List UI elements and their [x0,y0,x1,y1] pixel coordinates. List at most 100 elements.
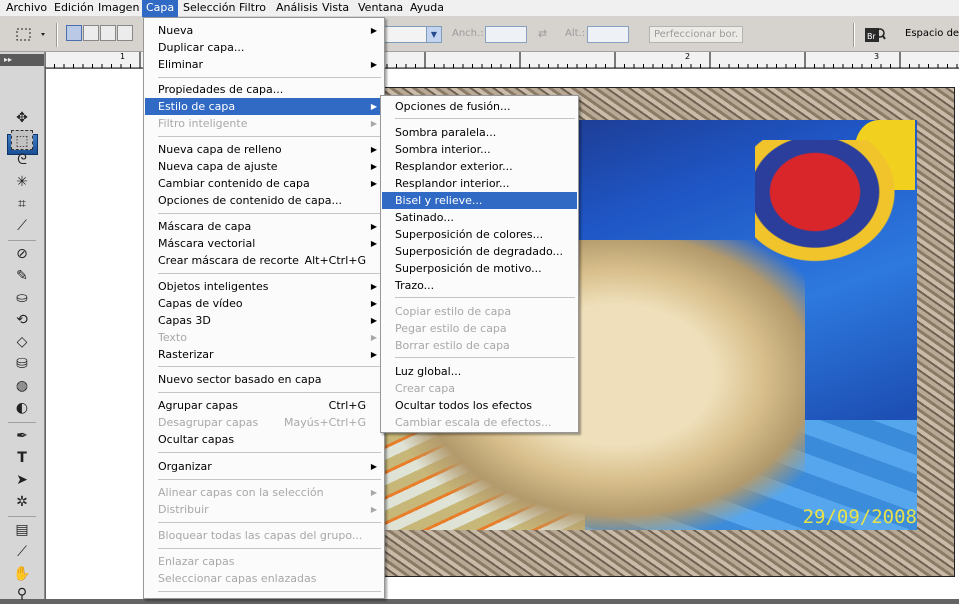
style-select[interactable]: ▼ [383,26,442,43]
intersect-selection-icon[interactable] [117,25,133,41]
menu-separator [158,522,381,523]
eraser-tool-icon[interactable]: ◇ [11,332,33,352]
menu-item-trazo[interactable]: Trazo... [382,277,577,294]
menu-item-crear-mascara-recorte[interactable]: Crear máscara de recorte Alt+Ctrl+G [145,252,383,269]
menu-item-label: Propiedades de capa... [158,83,284,96]
marquee-preset-icon[interactable] [14,26,48,43]
menu-item-nueva-capa-relleno[interactable]: Nueva capa de relleno ▶ [145,141,383,158]
menu-item-mascara-vectorial[interactable]: Máscara vectorial ▶ [145,235,383,252]
menu-ventana[interactable]: Ventana [354,0,407,17]
menu-item-texto: Texto ▶ [145,329,383,346]
eyedropper-tool-icon[interactable]: ⟋ [11,216,33,236]
menu-item-capas-3d[interactable]: Capas 3D ▶ [145,312,383,329]
pen-tool-icon[interactable]: ✒ [11,426,33,446]
menu-item-superposicion-colores[interactable]: Superposición de colores... [382,226,577,243]
menu-item-shortcut: Alt+Ctrl+G [304,254,366,267]
menu-item-label: Bisel y relieve... [395,194,483,207]
menu-item-label: Copiar estilo de capa [395,305,512,318]
menu-analisis[interactable]: Análisis [272,0,322,17]
menu-item-duplicar-capa[interactable]: Duplicar capa... [145,39,383,56]
menu-item-estilo-capa[interactable]: Estilo de capa ▶ [145,98,383,115]
paint-bucket-icon[interactable]: ⛁ [11,354,33,374]
brush-tool-icon[interactable]: ✎ [11,266,33,286]
subtract-selection-icon[interactable] [100,25,116,41]
menu-item-label: Seleccionar capas enlazadas [158,572,317,585]
menu-ayuda[interactable]: Ayuda [406,0,448,17]
menu-item-mascara-capa[interactable]: Máscara de capa ▶ [145,218,383,235]
menu-item-label: Superposición de motivo... [395,262,542,275]
menu-item-shortcut: Mayús+Ctrl+G [284,416,366,429]
eyedropper-3d-icon[interactable]: ⟋ [11,542,33,562]
menu-item-alinear-capas: Alinear capas con la selección ▶ [145,484,383,501]
menu-item-nueva-capa-ajuste[interactable]: Nueva capa de ajuste ▶ [145,158,383,175]
menu-item-cambiar-contenido[interactable]: Cambiar contenido de capa ▶ [145,175,383,192]
menu-archivo[interactable]: Archivo [2,0,51,17]
menu-item-luz-global[interactable]: Luz global... [382,363,577,380]
custom-shape-icon[interactable]: ✲ [11,492,33,512]
menu-item-label: Pegar estilo de capa [395,322,507,335]
history-brush-icon[interactable]: ⟲ [11,310,33,330]
height-input[interactable] [587,26,629,43]
menu-item-organizar[interactable]: Organizar ▶ [145,458,383,475]
menu-item-label: Superposición de degradado... [395,245,564,258]
panel-grip[interactable]: ▸▸ [0,54,44,66]
menu-item-superposicion-degradado[interactable]: Superposición de degradado... [382,243,577,260]
menu-imagen[interactable]: Imagen [94,0,143,17]
menu-item-bisel-relieve[interactable]: Bisel y relieve... [382,192,577,209]
menu-vista[interactable]: Vista [318,0,353,17]
menu-item-opciones-fusion[interactable]: Opciones de fusión... [382,98,577,115]
menu-item-rasterizar[interactable]: Rasterizar ▶ [145,346,383,363]
add-selection-icon[interactable] [83,25,99,41]
menu-item-label: Resplandor exterior... [395,160,513,173]
submenu-arrow-icon: ▶ [370,145,377,154]
marquee-tool-icon[interactable]: ⬚ [11,130,33,150]
menu-item-ocultar-efectos[interactable]: Ocultar todos los efectos [382,397,577,414]
dodge-tool-icon[interactable]: ◐ [11,398,33,418]
notes-tool-icon[interactable]: ▤ [11,520,33,540]
type-tool-icon[interactable]: T [11,448,33,468]
menu-item-superposicion-motivo[interactable]: Superposición de motivo... [382,260,577,277]
menu-capa[interactable]: Capa [142,0,179,17]
menu-item-label: Estilo de capa [158,100,236,113]
menu-item-agrupar-capas[interactable]: Agrupar capas Ctrl+G [145,397,383,414]
menu-item-label: Ocultar capas [158,433,235,446]
menu-item-sombra-paralela[interactable]: Sombra paralela... [382,124,577,141]
menu-bar: Archivo Edición Imagen Capa Selección Fi… [0,0,959,17]
submenu-arrow-icon: ▶ [370,26,377,35]
menu-item-satinado[interactable]: Satinado... [382,209,577,226]
path-selection-icon[interactable]: ➤ [11,470,33,490]
magic-wand-icon[interactable]: ✳ [11,172,33,192]
zoom-tool-icon[interactable]: ⚲ [11,584,33,604]
menu-item-objetos-inteligentes[interactable]: Objetos inteligentes ▶ [145,278,383,295]
menu-item-sombra-interior[interactable]: Sombra interior... [382,141,577,158]
menu-item-capas-video[interactable]: Capas de vídeo ▶ [145,295,383,312]
submenu-arrow-icon: ▶ [370,119,377,128]
menu-item-ocultar-capas[interactable]: Ocultar capas [145,431,383,448]
menu-filtro[interactable]: Filtro [235,0,270,17]
blur-tool-icon[interactable]: ◍ [11,376,33,396]
menu-item-label: Satinado... [395,211,454,224]
lasso-tool-icon[interactable]: ᘓ [11,150,33,170]
menu-item-eliminar[interactable]: Eliminar ▶ [145,56,383,73]
hand-tool-icon[interactable]: ✋ [11,564,33,584]
menu-item-opciones-contenido[interactable]: Opciones de contenido de capa... [145,192,383,209]
menu-separator [158,591,381,592]
width-input[interactable] [485,26,527,43]
bridge-icon[interactable]: Br [864,26,886,44]
healing-brush-icon[interactable]: ⊘ [11,244,33,264]
menu-item-nueva[interactable]: Nueva ▶ [145,22,383,39]
clone-stamp-icon[interactable]: ⛀ [11,288,33,308]
workspace-label[interactable]: Espacio de t [905,28,959,39]
menu-item-nuevo-sector[interactable]: Nuevo sector basado en capa [145,371,383,388]
menu-edicion[interactable]: Edición [50,0,98,17]
move-tool-icon[interactable]: ✥ [11,108,33,128]
menu-item-label: Nueva capa de relleno [158,143,282,156]
new-selection-icon[interactable] [66,25,82,41]
menu-item-propiedades-capa[interactable]: Propiedades de capa... [145,81,383,98]
menu-item-resplandor-exterior[interactable]: Resplandor exterior... [382,158,577,175]
menu-item-resplandor-interior[interactable]: Resplandor interior... [382,175,577,192]
refine-edge-button[interactable]: Perfeccionar bor. [649,26,743,43]
swap-icon[interactable]: ⇄ [538,27,547,40]
crop-tool-icon[interactable]: ⌗ [11,194,33,214]
menu-seleccion[interactable]: Selección [179,0,239,17]
